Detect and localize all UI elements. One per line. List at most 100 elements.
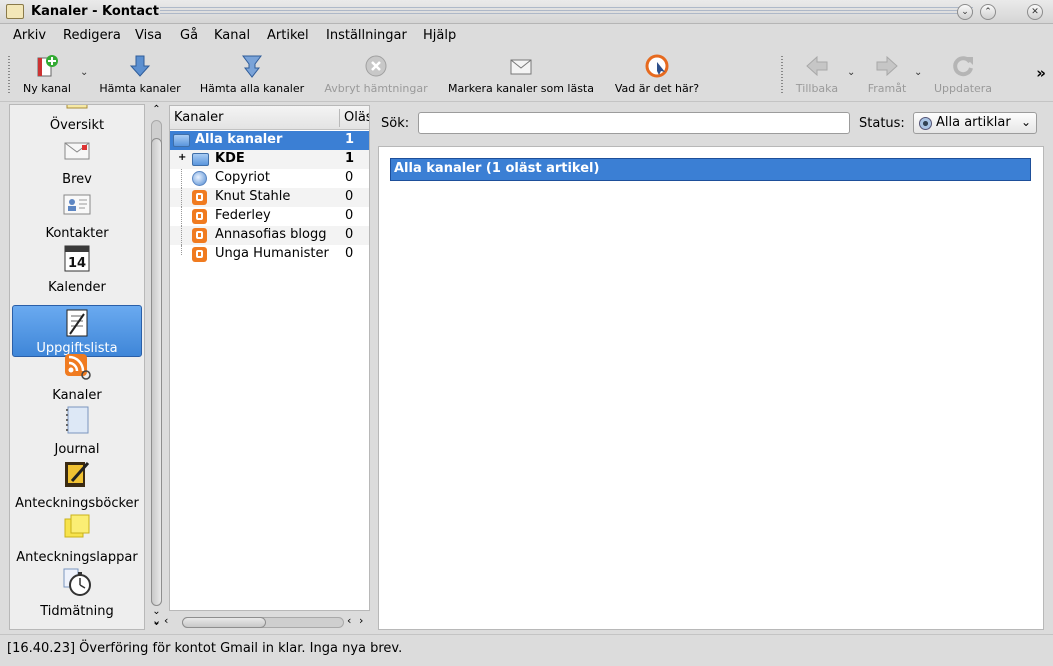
new-channel-button[interactable]: Ny kanal [18, 52, 76, 98]
mark-channels-read-button[interactable]: Markera kanaler som lästa [443, 52, 599, 98]
toolbar-grip[interactable] [8, 56, 10, 94]
sidebar-item-kontakter[interactable]: Kontakter [12, 189, 142, 241]
contacts-icon [63, 194, 91, 215]
blogger-icon [192, 228, 207, 243]
status-bar: [16.40.23] Överföring för kontot Gmail i… [0, 634, 1053, 666]
feeds-icon [65, 354, 91, 380]
new-channel-dropdown-chevron[interactable]: ⌄ [80, 67, 88, 78]
tree-branch-line [181, 207, 182, 226]
scroll-up-icon[interactable]: ⌃ [149, 104, 164, 116]
title-bar: Kanaler - Kontact ⌄ ⌃ ✕ [0, 0, 1053, 24]
kontact-app-icon [6, 4, 24, 19]
menu-visa[interactable]: Visa [135, 28, 162, 43]
title-bar-decoration [160, 7, 973, 16]
forward-button[interactable]: Framåt [862, 52, 912, 98]
tree-row-copyriot[interactable]: Copyriot 0 [170, 169, 369, 188]
arrow-right-icon [876, 55, 898, 77]
menu-artikel[interactable]: Artikel [267, 28, 309, 43]
scroll-down-icon[interactable]: ⌄ [152, 614, 161, 627]
column-header-channels[interactable]: Kanaler [174, 110, 223, 125]
folder-icon [192, 153, 209, 166]
tree-row-unga-humanister[interactable]: Unga Humanister 0 [170, 245, 369, 264]
todo-icon [66, 309, 88, 337]
back-button[interactable]: Tillbaka [791, 52, 843, 98]
article-header: Alla kanaler (1 oläst artikel) [390, 158, 1031, 181]
back-dropdown-chevron[interactable]: ⌄ [847, 67, 855, 78]
stopwatch-icon [63, 568, 91, 596]
status-filter-value: Alla artiklar [936, 115, 1011, 130]
fetch-channels-button[interactable]: Hämta kanaler [96, 52, 184, 98]
sidebar-scrollbar[interactable]: ⌃ ⌄ ⌄ [149, 104, 164, 630]
tree-row-kde[interactable]: + KDE 1 [170, 150, 369, 169]
expand-icon[interactable]: + [178, 152, 186, 163]
column-divider[interactable] [339, 109, 340, 127]
menu-bar: Arkiv Redigera Visa Gå Kanal Artikel Ins… [0, 24, 1053, 48]
toolbar-separator-grip [781, 56, 783, 94]
tree-row-knut-stahle[interactable]: Knut Stahle 0 [170, 188, 369, 207]
blogger-icon [192, 209, 207, 224]
article-view[interactable]: Alla kanaler (1 oläst artikel) [378, 146, 1044, 630]
menu-arkiv[interactable]: Arkiv [13, 28, 46, 43]
blogger-icon [192, 247, 207, 262]
journal-icon [66, 406, 89, 434]
menu-installningar[interactable]: Inställningar [326, 28, 407, 43]
maximize-button[interactable]: ⌃ [980, 4, 996, 20]
whats-this-button[interactable]: Vad är det här? [611, 52, 703, 98]
sidebar-item-uppgiftslista[interactable]: Uppgiftslista [12, 305, 142, 357]
whats-this-icon [645, 54, 669, 78]
scroll-left-icon[interactable]: ‹ [164, 614, 168, 627]
search-input[interactable] [418, 112, 850, 134]
window-title: Kanaler - Kontact [31, 4, 159, 19]
sidebar-item-kanaler[interactable]: Kanaler [12, 351, 142, 403]
tree-row-annasofias-blogg[interactable]: Annasofias blogg 0 [170, 226, 369, 245]
toolbar-overflow-icon[interactable]: » [1036, 64, 1046, 82]
sidebar-item-tidmatning[interactable]: Tidmätning [12, 567, 142, 619]
search-bar: Sök: Status: Alla artiklar ⌄ [375, 104, 1047, 142]
download-arrow-icon [129, 55, 151, 77]
channel-tree: Kanaler Oläs Alla kanaler 1 + KDE 1 Copy… [169, 105, 370, 611]
minimize-button[interactable]: ⌄ [957, 4, 973, 20]
status-label: Status: [859, 116, 905, 131]
tree-row-alla-kanaler[interactable]: Alla kanaler 1 [170, 131, 369, 150]
menu-kanal[interactable]: Kanal [214, 28, 250, 43]
notebook-icon [65, 462, 90, 487]
sidebar-item-oversikt[interactable]: Översikt [12, 105, 142, 133]
main-toolbar: Ny kanal ⌄ Hämta kanaler Hämta alla kana… [0, 48, 1053, 102]
tree-horizontal-scrollbar[interactable]: ⌄ ‹ ‹ › [150, 614, 372, 630]
tree-header: Kanaler Oläs [170, 106, 369, 130]
tree-row-federley[interactable]: Federley 0 [170, 207, 369, 226]
tree-branch-line [181, 169, 182, 188]
chevron-down-icon: ⌄ [1020, 115, 1031, 129]
menu-ga[interactable]: Gå [180, 28, 198, 43]
tree-branch-line [181, 188, 182, 207]
envelope-icon [510, 59, 532, 75]
sidebar-item-anteckningsbocker[interactable]: Anteckningsböcker [12, 459, 142, 511]
sidebar-item-brev[interactable]: Brev [12, 135, 142, 187]
new-feed-icon [37, 55, 58, 77]
fetch-all-channels-button[interactable]: Hämta alla kanaler [196, 52, 308, 98]
menu-hjalp[interactable]: Hjälp [423, 28, 456, 43]
refresh-button[interactable]: Uppdatera [930, 52, 996, 98]
arrow-left-icon [806, 55, 828, 77]
scroll-right-icon[interactable]: › [359, 614, 363, 627]
sidebar-scroll-thumb[interactable] [151, 138, 162, 606]
forward-dropdown-chevron[interactable]: ⌄ [914, 67, 922, 78]
mail-icon [64, 142, 90, 160]
tree-branch-line [181, 226, 182, 245]
globe-icon [192, 171, 207, 186]
eye-icon [919, 117, 932, 130]
status-message: [16.40.23] Överföring för kontot Gmail i… [7, 641, 403, 656]
close-button[interactable]: ✕ [1027, 4, 1043, 20]
menu-redigera[interactable]: Redigera [63, 28, 121, 43]
sidebar-item-journal[interactable]: Journal [12, 405, 142, 457]
sidebar-item-kalender[interactable]: 14 Kalender [12, 243, 142, 295]
status-filter-select[interactable]: Alla artiklar ⌄ [913, 112, 1037, 134]
sidebar-item-anteckningslappar[interactable]: Anteckningslappar [12, 513, 142, 565]
abort-fetch-button[interactable]: Avbryt hämtningar [320, 52, 432, 98]
refresh-icon [953, 56, 973, 77]
search-label: Sök: [381, 116, 410, 131]
blogger-icon [192, 190, 207, 205]
scroll-left-icon-2[interactable]: ‹ [347, 614, 351, 627]
tree-hscroll-thumb[interactable] [182, 617, 266, 628]
column-header-unread[interactable]: Oläs [344, 110, 369, 125]
